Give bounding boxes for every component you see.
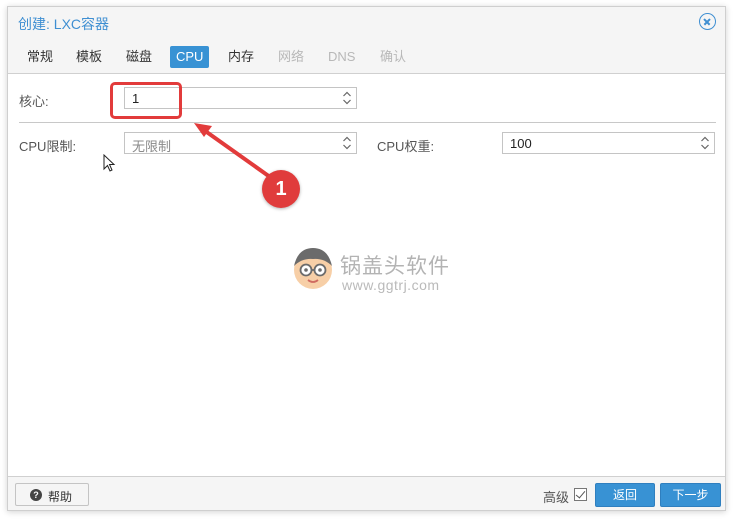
cpu-units-input[interactable]: 100 [502, 132, 715, 154]
spinner-arrows-icon[interactable] [342, 135, 352, 151]
cores-label: 核心: [19, 94, 49, 109]
tab-confirm: 确认 [380, 49, 407, 64]
close-icon[interactable] [699, 13, 716, 30]
cpu-units-value: 100 [510, 136, 532, 151]
watermark-mascot-icon [294, 248, 332, 289]
create-lxc-dialog: 创建: LXC容器 常规 模板 磁盘 CPU 内存 网络 DNS 确认 核心: … [7, 6, 726, 511]
advanced-label: 高级 [543, 490, 570, 505]
wizard-tabbar: 常规 模板 磁盘 CPU 内存 网络 DNS 确认 [8, 43, 725, 73]
spinner-arrows-icon[interactable] [700, 135, 710, 151]
back-button[interactable]: 返回 [595, 483, 655, 507]
tab-template[interactable]: 模板 [70, 46, 108, 68]
next-button[interactable]: 下一步 [660, 483, 721, 507]
tab-cpu[interactable]: CPU [170, 46, 210, 68]
watermark: 锅盖头软件 www.ggtrj.com [290, 244, 449, 295]
dialog-titlebar: 创建: LXC容器 [8, 7, 725, 39]
cpu-limit-label: CPU限制: [19, 139, 77, 154]
cpu-limit-input[interactable]: 无限制 [124, 132, 357, 154]
watermark-url: www.ggtrj.com [342, 277, 440, 293]
dialog-footer: ? 帮助 高级 返回 下一步 [8, 478, 725, 512]
question-circle-icon: ? [30, 489, 42, 501]
annotation-step-badge: 1 [262, 170, 300, 208]
help-button-label: 帮助 [48, 490, 73, 504]
cpu-settings-panel: 核心: 1 CPU限制: 无限制 CPU权重: 100 1 锅盖头软件 www.… [8, 73, 725, 477]
cpu-units-label: CPU权重: [377, 139, 435, 154]
mouse-cursor-icon [103, 154, 116, 172]
help-button[interactable]: ? 帮助 [15, 483, 89, 506]
tab-network: 网络 [278, 49, 305, 64]
cpu-limit-value: 无限制 [132, 139, 172, 154]
section-divider [19, 122, 716, 123]
tab-disks[interactable]: 磁盘 [120, 46, 158, 68]
dialog-title: 创建: LXC容器 [18, 16, 110, 32]
tab-memory[interactable]: 内存 [222, 46, 260, 68]
tab-dns: DNS [328, 49, 356, 64]
spinner-arrows-icon[interactable] [342, 90, 352, 106]
annotation-highlight-box [110, 82, 182, 119]
tab-general[interactable]: 常规 [21, 46, 59, 68]
advanced-checkbox[interactable] [574, 488, 587, 501]
watermark-text: 锅盖头软件 [340, 255, 450, 278]
